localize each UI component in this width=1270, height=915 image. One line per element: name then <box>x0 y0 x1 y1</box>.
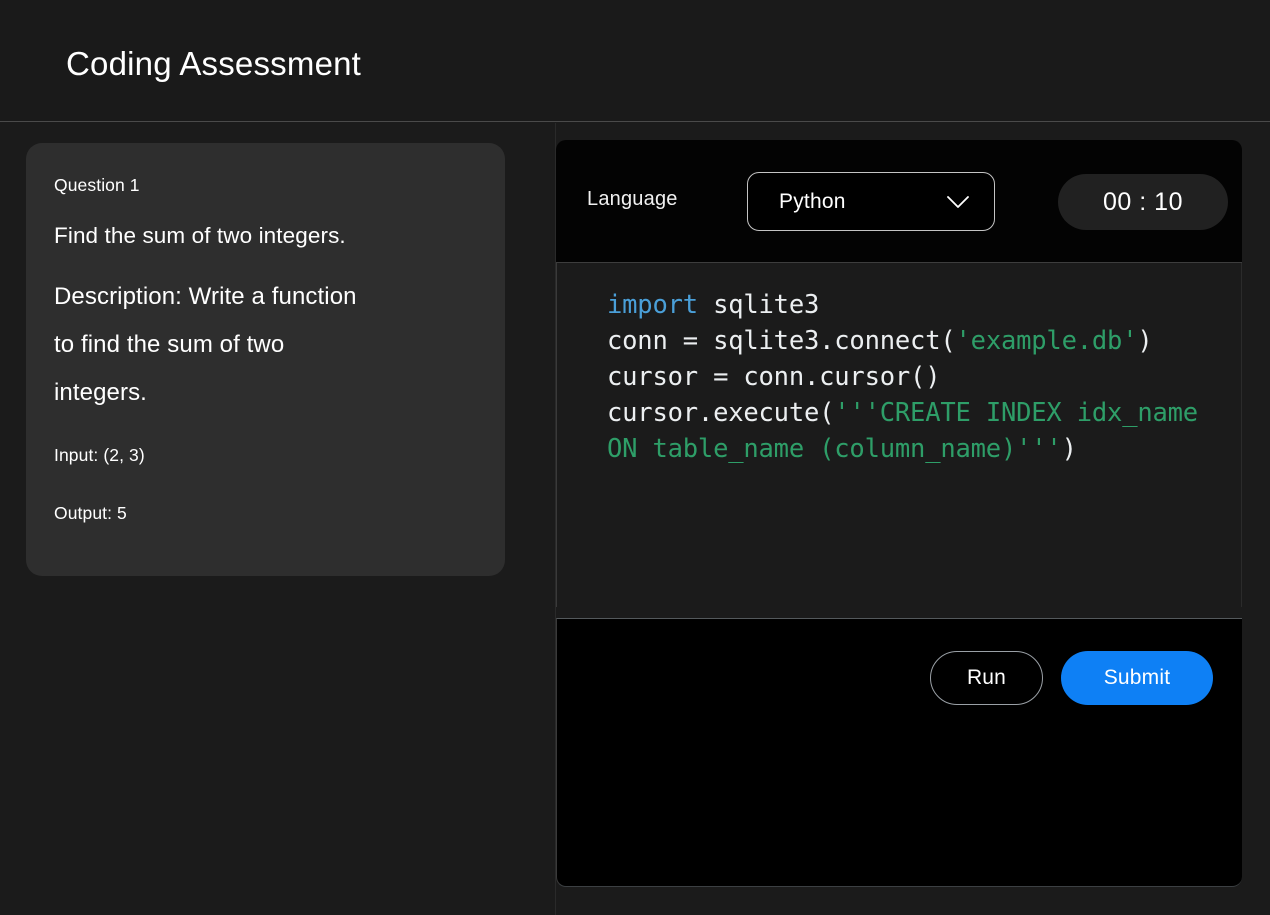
code-token: sqlite3 <box>698 290 819 320</box>
code-token: conn = sqlite3.connect( <box>607 326 956 356</box>
page-title: Coding Assessment <box>66 45 361 83</box>
app-header: Coding Assessment <box>0 0 1270 122</box>
code-token: cursor.execute( <box>607 398 834 428</box>
question-number-label: Question 1 <box>54 173 477 197</box>
body-area: Question 1 Find the sum of two integers.… <box>0 123 1270 915</box>
code-editor[interactable]: import sqlite3 conn = sqlite3.connect('e… <box>556 263 1242 607</box>
editor-column: Language Python 00 : 10 import sqlite3 c… <box>556 140 1242 903</box>
coding-assessment-page: Coding Assessment Question 1 Find the su… <box>0 0 1270 915</box>
code-token: 'example.db' <box>956 326 1138 356</box>
question-card: Question 1 Find the sum of two integers.… <box>26 143 505 576</box>
action-button-row: Run Submit <box>930 651 1213 705</box>
editor-toolbar: Language Python 00 : 10 <box>556 140 1242 263</box>
question-summary: Find the sum of two integers. <box>54 221 477 251</box>
question-output: Output: 5 <box>54 501 477 525</box>
output-panel: Run Submit <box>556 618 1242 887</box>
countdown-timer: 00 : 10 <box>1058 174 1228 230</box>
run-button[interactable]: Run <box>930 651 1043 705</box>
code-token: import <box>607 290 698 320</box>
code-token: ) <box>1137 326 1152 356</box>
language-label: Language <box>587 188 678 211</box>
language-select-value: Python <box>779 190 846 214</box>
timer-value: 00 : 10 <box>1058 174 1228 230</box>
submit-button[interactable]: Submit <box>1061 651 1213 705</box>
code-content: import sqlite3 conn = sqlite3.connect('e… <box>607 287 1219 467</box>
code-token: cursor = conn.cursor() <box>607 362 940 392</box>
code-token: ) <box>1062 434 1077 464</box>
question-description: Description: Write a function to find th… <box>54 273 364 417</box>
question-input: Input: (2, 3) <box>54 443 477 467</box>
chevron-down-icon <box>947 196 969 209</box>
language-select[interactable]: Python <box>747 172 995 231</box>
